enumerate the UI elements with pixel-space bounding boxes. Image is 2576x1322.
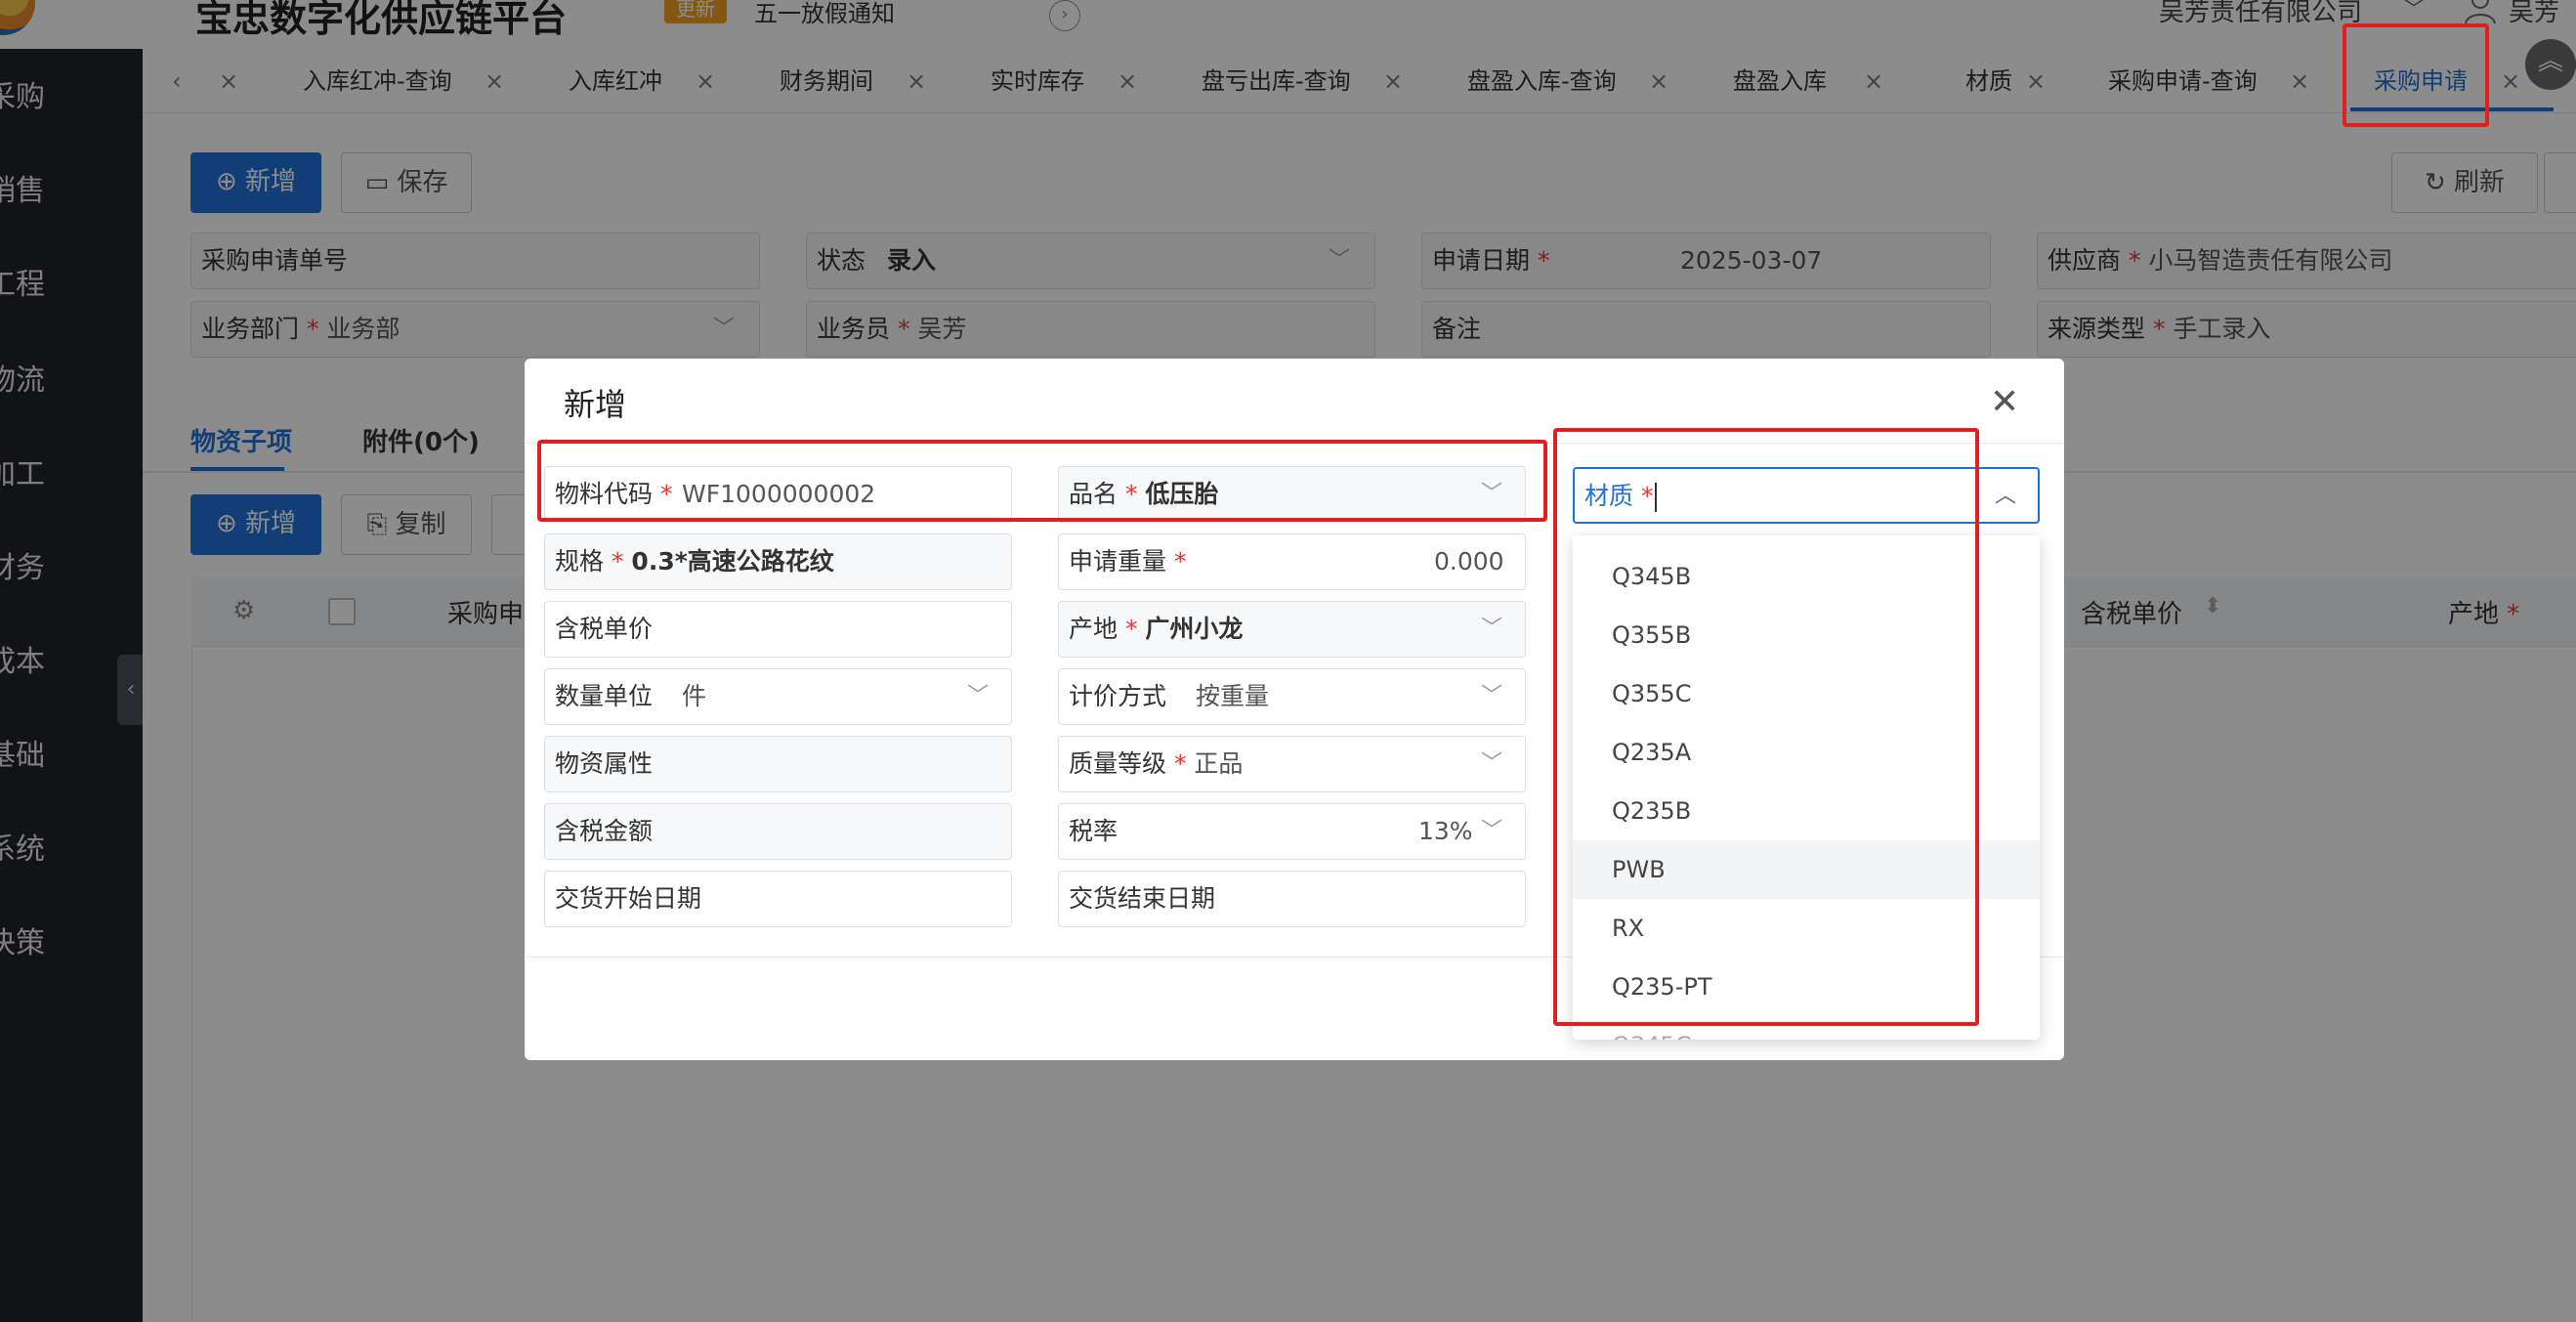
chevron-down-icon: ﹀ [1481, 751, 1503, 776]
chevron-down-icon: ﹀ [967, 684, 990, 708]
apply-weight-value: 0.000 [1434, 547, 1504, 576]
tax-amount-label: 含税金额 [555, 817, 654, 845]
material-attr-field[interactable]: 物资属性 [544, 736, 1012, 792]
chevron-down-icon: ﹀ [1481, 617, 1503, 641]
delivery-start-label: 交货开始日期 [555, 884, 702, 913]
tax-amount-field[interactable]: 含税金额 [544, 803, 1012, 860]
pricing-method-select[interactable]: 计价方式 按重量 ﹀ [1058, 668, 1526, 725]
chevron-down-icon: ﹀ [1481, 819, 1503, 843]
tax-rate-value: 13% [1418, 817, 1473, 845]
chevron-up-icon: ︿ [1995, 484, 2017, 508]
apply-weight-field[interactable]: 申请重量 * 0.000 [1058, 533, 1526, 590]
pricing-method-label: 计价方式 [1069, 682, 1167, 710]
quality-grade-select[interactable]: 质量等级 * 正品 ﹀ [1058, 736, 1526, 792]
quality-grade-label: 质量等级 * 正品 [1069, 749, 1244, 778]
spec-label: 规格 * 0.3*高速公路花纹 [555, 547, 834, 576]
tax-price-field[interactable]: 含税单价 [544, 601, 1012, 658]
qty-unit-select[interactable]: 数量单位 件 ﹀ [544, 668, 1012, 725]
modal-title: 新增 [564, 386, 627, 423]
highlight-box-tab [2343, 23, 2489, 127]
delivery-end-label: 交货结束日期 [1069, 884, 1216, 913]
delivery-end-field[interactable]: 交货结束日期 [1058, 871, 1526, 927]
origin-select[interactable]: 产地 * 广州小龙 ﹀ [1058, 601, 1526, 658]
tax-rate-select[interactable]: 税率 13% ﹀ [1058, 803, 1526, 860]
tax-price-label: 含税单价 [555, 615, 654, 643]
chevron-down-icon: ﹀ [1481, 684, 1503, 708]
qty-unit-label: 数量单位 [555, 682, 654, 710]
qty-unit-value: 件 [682, 682, 707, 710]
spec-field[interactable]: 规格 * 0.3*高速公路花纹 [544, 533, 1012, 590]
apply-weight-label: 申请重量 * [1069, 547, 1187, 576]
delivery-start-field[interactable]: 交货开始日期 [544, 871, 1012, 927]
origin-label: 产地 * 广州小龙 [1069, 615, 1244, 643]
highlight-box-row [537, 440, 1547, 522]
close-icon[interactable]: ✕ [1990, 382, 2019, 422]
pricing-method-value: 按重量 [1196, 682, 1270, 710]
highlight-box-material [1553, 428, 1979, 1026]
tax-rate-label: 税率 [1069, 817, 1119, 845]
material-attr-label: 物资属性 [555, 749, 654, 778]
